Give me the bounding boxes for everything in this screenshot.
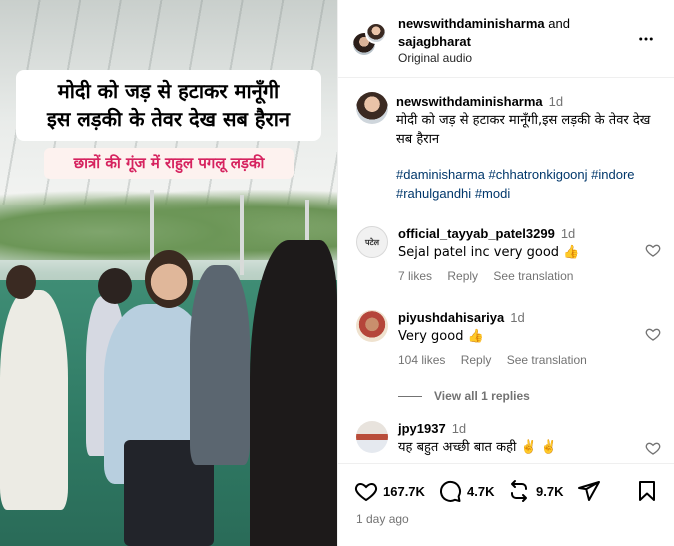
hashtag-link[interactable]: #indore [591, 167, 634, 182]
timestamp: 1d [560, 226, 576, 241]
username-link[interactable]: piyushdahisariya [398, 310, 504, 325]
likes-count[interactable]: 167.7K [383, 484, 425, 499]
avatar[interactable] [356, 310, 388, 342]
reposts-count[interactable]: 9.7K [536, 484, 563, 499]
caption-username: newswithdaminisharma 1d [396, 94, 563, 109]
send-icon [578, 481, 600, 501]
username-link[interactable]: official_tayyab_patel3299 [398, 226, 555, 241]
comment-text: यह बहुत अच्छी बात कही ✌️ ✌️ [398, 440, 557, 455]
username-link[interactable]: sajagbharat [398, 34, 471, 49]
avatar[interactable] [356, 421, 388, 453]
post-actions-bar: 167.7K 4.7K 9.7K 1 day ago [338, 463, 674, 546]
see-translation-button[interactable]: See translation [493, 269, 573, 283]
comment-meta: 104 likes Reply See translation [398, 353, 599, 367]
hashtag-link[interactable]: #chhatronkigoonj [489, 167, 588, 182]
comment-text: Sejal patel inc very good 👍 [398, 245, 580, 260]
more-horizontal-icon [639, 37, 653, 41]
like-comment-heart-icon[interactable] [645, 242, 661, 258]
timestamp: 1d [548, 94, 564, 109]
reply-button[interactable]: Reply [447, 269, 478, 283]
reply-divider-line [398, 396, 422, 398]
reel-video[interactable]: मोदी को जड़ से हटाकर मानूँगी इस लड़की के… [0, 0, 337, 546]
avatar[interactable] [356, 92, 388, 124]
person-head [6, 265, 36, 299]
username-link[interactable]: newswithdaminisharma [396, 94, 543, 109]
comment-item: piyushdahisariya 1d Very good 👍 104 likes… [356, 310, 661, 390]
comment-username: official_tayyab_patel3299 1d [398, 226, 575, 241]
reply-button[interactable]: Reply [461, 353, 492, 367]
woman-head [145, 250, 193, 308]
heart-icon [354, 482, 378, 502]
repost-icon [511, 480, 527, 502]
comments-count[interactable]: 4.7K [467, 484, 494, 499]
comment-button[interactable]: 4.7K [438, 479, 494, 503]
comment-meta: 7 likes Reply See translation [398, 269, 585, 283]
caption-text: मोदी को जड़ से हटाकर मानूँगी,इस लड़की के… [396, 113, 651, 147]
comment-bubble-icon [440, 480, 461, 502]
collab-usernames: newswithdaminisharma and sajagbharat [398, 15, 570, 51]
video-title-line1: मोदी को जड़ से हटाकर मानूँगी [57, 79, 280, 103]
like-comment-heart-icon[interactable] [645, 440, 661, 456]
hashtag-link[interactable]: #modi [475, 186, 510, 201]
post-date[interactable]: 1 day ago [356, 512, 409, 526]
username-link[interactable]: jpy1937 [398, 421, 446, 436]
bookmark-icon [639, 481, 655, 501]
like-button[interactable]: 167.7K [354, 479, 425, 503]
view-replies-label: View all 1 replies [434, 389, 530, 403]
avatar[interactable] [365, 22, 387, 44]
likes-count[interactable]: 7 likes [398, 269, 432, 283]
see-translation-button[interactable]: See translation [507, 353, 587, 367]
tent-pole [240, 195, 244, 275]
hashtag-link[interactable]: #rahulgandhi [396, 186, 471, 201]
comment-text: Very good 👍 [398, 329, 484, 344]
timestamp: 1d [510, 310, 525, 325]
comment-item: jpy1937 1d यह बहुत अच्छी बात कही ✌️ ✌️ [356, 421, 661, 461]
comment-item: पटेल official_tayyab_patel3299 1d Sejal p… [356, 226, 661, 306]
video-title-line2: इस लड़की के तेवर देख सब हैरान [47, 107, 290, 131]
view-replies-button[interactable]: View all 1 replies [398, 389, 530, 403]
audio-link[interactable]: Original audio [398, 51, 472, 65]
person-background [190, 265, 250, 465]
video-subtitle-overlay: छात्रों की गूंज में राहुल पगलू लड़की [44, 148, 294, 179]
comment-username: jpy1937 1d [398, 421, 466, 436]
timestamp: 1d [451, 421, 467, 436]
avatar-text: पटेल [365, 238, 379, 247]
person-left-white [0, 290, 68, 510]
likes-count[interactable]: 104 likes [398, 353, 445, 367]
repost-button[interactable]: 9.7K [507, 479, 563, 503]
username-link[interactable]: newswithdaminisharma [398, 16, 545, 31]
post-header: newswithdaminisharma and sajagbharat Ori… [338, 0, 674, 78]
and-text: and [548, 16, 570, 31]
avatar[interactable]: पटेल [356, 226, 388, 258]
save-button[interactable] [635, 479, 659, 503]
hashtag-link[interactable]: #daminisharma [396, 167, 485, 182]
person-head [98, 268, 132, 304]
video-title-overlay: मोदी को जड़ से हटाकर मानूँगी इस लड़की के… [16, 70, 321, 141]
comment-username: piyushdahisariya 1d [398, 310, 525, 325]
like-comment-heart-icon[interactable] [645, 326, 661, 342]
post-panel: newswithdaminisharma and sajagbharat Ori… [337, 0, 674, 546]
more-options-button[interactable] [637, 30, 655, 53]
hashtags: #daminisharma #chhatronkigoonj #indore #… [396, 165, 661, 203]
interviewer-dark-hair [250, 240, 337, 546]
share-button[interactable] [577, 479, 601, 503]
